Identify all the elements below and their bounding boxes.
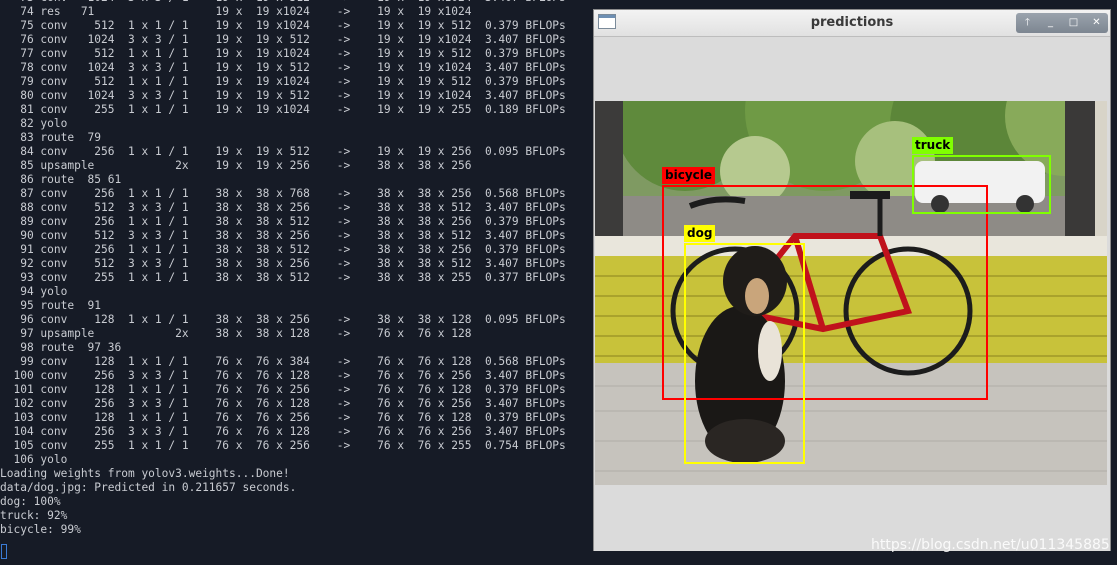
image-canvas: bicycle truck dog — [594, 37, 1110, 551]
terminal-line: 75 conv 512 1 x 1 / 1 19 x 19 x1024 -> 1… — [0, 19, 566, 32]
bbox-dog — [684, 243, 805, 464]
predictions-window[interactable]: predictions 🡑 _ □ ✕ bicycle truck dog — [593, 9, 1111, 551]
terminal-line: 99 conv 128 1 x 1 / 1 76 x 76 x 384 -> 7… — [0, 355, 566, 368]
minimize-button[interactable]: _ — [1042, 15, 1060, 31]
terminal-line: data/dog.jpg: Predicted in 0.211657 seco… — [0, 481, 297, 494]
terminal-line: 85 upsample 2x 19 x 19 x 256 -> 38 x 38 … — [0, 159, 472, 172]
terminal-line: 78 conv 1024 3 x 3 / 1 19 x 19 x 512 -> … — [0, 61, 566, 74]
window-titlebar[interactable]: predictions 🡑 _ □ ✕ — [594, 10, 1110, 37]
terminal-line: 102 conv 256 3 x 3 / 1 76 x 76 x 128 -> … — [0, 397, 566, 410]
terminal-line: 95 route 91 — [0, 299, 102, 312]
terminal-line: 76 conv 1024 3 x 3 / 1 19 x 19 x 512 -> … — [0, 33, 566, 46]
close-button[interactable]: ✕ — [1088, 15, 1106, 31]
terminal-line: Loading weights from yolov3.weights...Do… — [0, 467, 290, 480]
terminal-line: 100 conv 256 3 x 3 / 1 76 x 76 x 128 -> … — [0, 369, 566, 382]
terminal-line: 81 conv 255 1 x 1 / 1 19 x 19 x1024 -> 1… — [0, 103, 566, 116]
terminal-line: 82 yolo — [0, 117, 68, 130]
terminal-cursor — [1, 544, 7, 559]
terminal-line: 86 route 85 61 — [0, 173, 122, 186]
bbox-label-bicycle: bicycle — [662, 167, 716, 184]
terminal-line: 83 route 79 — [0, 131, 102, 144]
terminal-line: 84 conv 256 1 x 1 / 1 19 x 19 x 512 -> 1… — [0, 145, 566, 158]
bbox-label-dog: dog — [684, 225, 716, 242]
terminal-line: 74 res 71 19 x 19 x1024 -> 19 x 19 x1024 — [0, 5, 472, 18]
keep-above-button[interactable]: 🡑 — [1019, 15, 1037, 31]
watermark-text: https://blog.csdn.net/u011345885 — [871, 537, 1110, 553]
terminal-line: 77 conv 512 1 x 1 / 1 19 x 19 x1024 -> 1… — [0, 47, 566, 60]
terminal-line: 88 conv 512 3 x 3 / 1 38 x 38 x 256 -> 3… — [0, 201, 566, 214]
terminal-line: dog: 100% — [0, 495, 61, 508]
terminal-line: truck: 92% — [0, 509, 68, 522]
terminal-line: 94 yolo — [0, 285, 68, 298]
terminal-line: 96 conv 128 1 x 1 / 1 38 x 38 x 256 -> 3… — [0, 313, 566, 326]
terminal-line: 79 conv 512 1 x 1 / 1 19 x 19 x1024 -> 1… — [0, 75, 566, 88]
terminal-line: 87 conv 256 1 x 1 / 1 38 x 38 x 768 -> 3… — [0, 187, 566, 200]
terminal-line: 101 conv 128 1 x 1 / 1 76 x 76 x 256 -> … — [0, 383, 566, 396]
terminal-output: 73 conv 1024 3 x 3 / 1 19 x 19 x 512 -> … — [0, 0, 566, 537]
terminal[interactable]: 73 conv 1024 3 x 3 / 1 19 x 19 x 512 -> … — [0, 0, 600, 565]
terminal-line: 97 upsample 2x 38 x 38 x 128 -> 76 x 76 … — [0, 327, 472, 340]
terminal-line: 91 conv 256 1 x 1 / 1 38 x 38 x 512 -> 3… — [0, 243, 566, 256]
terminal-line: 103 conv 128 1 x 1 / 1 76 x 76 x 256 -> … — [0, 411, 566, 424]
bbox-label-truck: truck — [912, 137, 954, 154]
terminal-line: 106 yolo — [0, 453, 68, 466]
prediction-image: bicycle truck dog — [595, 101, 1107, 485]
terminal-line: 80 conv 1024 3 x 3 / 1 19 x 19 x 512 -> … — [0, 89, 566, 102]
terminal-line: 98 route 97 36 — [0, 341, 122, 354]
terminal-line: 89 conv 256 1 x 1 / 1 38 x 38 x 512 -> 3… — [0, 215, 566, 228]
terminal-line: 93 conv 255 1 x 1 / 1 38 x 38 x 512 -> 3… — [0, 271, 566, 284]
terminal-line: bicycle: 99% — [0, 523, 81, 536]
terminal-line: 92 conv 512 3 x 3 / 1 38 x 38 x 256 -> 3… — [0, 257, 566, 270]
maximize-button[interactable]: □ — [1065, 15, 1083, 31]
terminal-line: 90 conv 512 3 x 3 / 1 38 x 38 x 256 -> 3… — [0, 229, 566, 242]
terminal-line: 104 conv 256 3 x 3 / 1 76 x 76 x 128 -> … — [0, 425, 566, 438]
bbox-truck — [912, 155, 1051, 214]
terminal-line: 105 conv 255 1 x 1 / 1 76 x 76 x 256 -> … — [0, 439, 566, 452]
window-controls: 🡑 _ □ ✕ — [1016, 13, 1108, 33]
